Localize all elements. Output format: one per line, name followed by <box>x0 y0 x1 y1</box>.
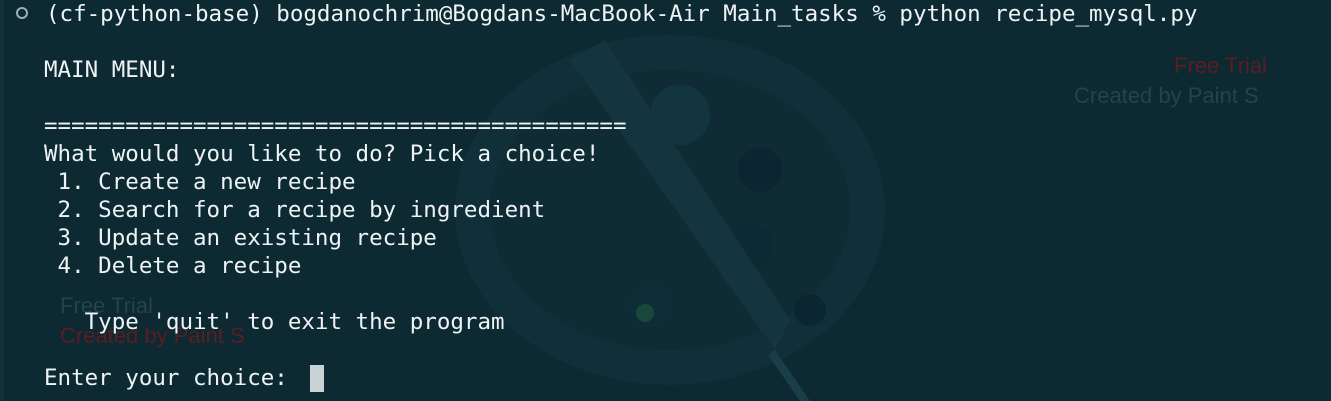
quit-hint: Type 'quit' to exit the program <box>44 309 505 335</box>
watermark-created-by-top: Created by Paint S <box>1074 83 1259 108</box>
prompt-status-circle-icon <box>16 7 28 19</box>
menu-option-3: 3. Update an existing recipe <box>44 225 437 251</box>
menu-question: What would you like to do? Pick a choice… <box>44 141 600 167</box>
text-cursor[interactable] <box>310 365 324 392</box>
menu-option-4: 4. Delete a recipe <box>44 253 302 279</box>
terminal-window[interactable]: Free Trial Created by Paint S Free Trial… <box>0 0 1331 401</box>
separator-line: ========================================… <box>44 113 627 139</box>
watermark-free-trial-top: Free Trial <box>1174 53 1267 78</box>
terminal-output: (cf-python-base) bogdanochrim@Bogdans-Ma… <box>0 0 1197 392</box>
command-line: (cf-python-base) bogdanochrim@Bogdans-Ma… <box>46 1 1198 27</box>
menu-option-1: 1. Create a new recipe <box>44 169 356 195</box>
input-prompt: Enter your choice: <box>44 365 302 391</box>
menu-option-2: 2. Search for a recipe by ingredient <box>44 197 546 223</box>
menu-title: MAIN MENU: <box>44 57 180 83</box>
